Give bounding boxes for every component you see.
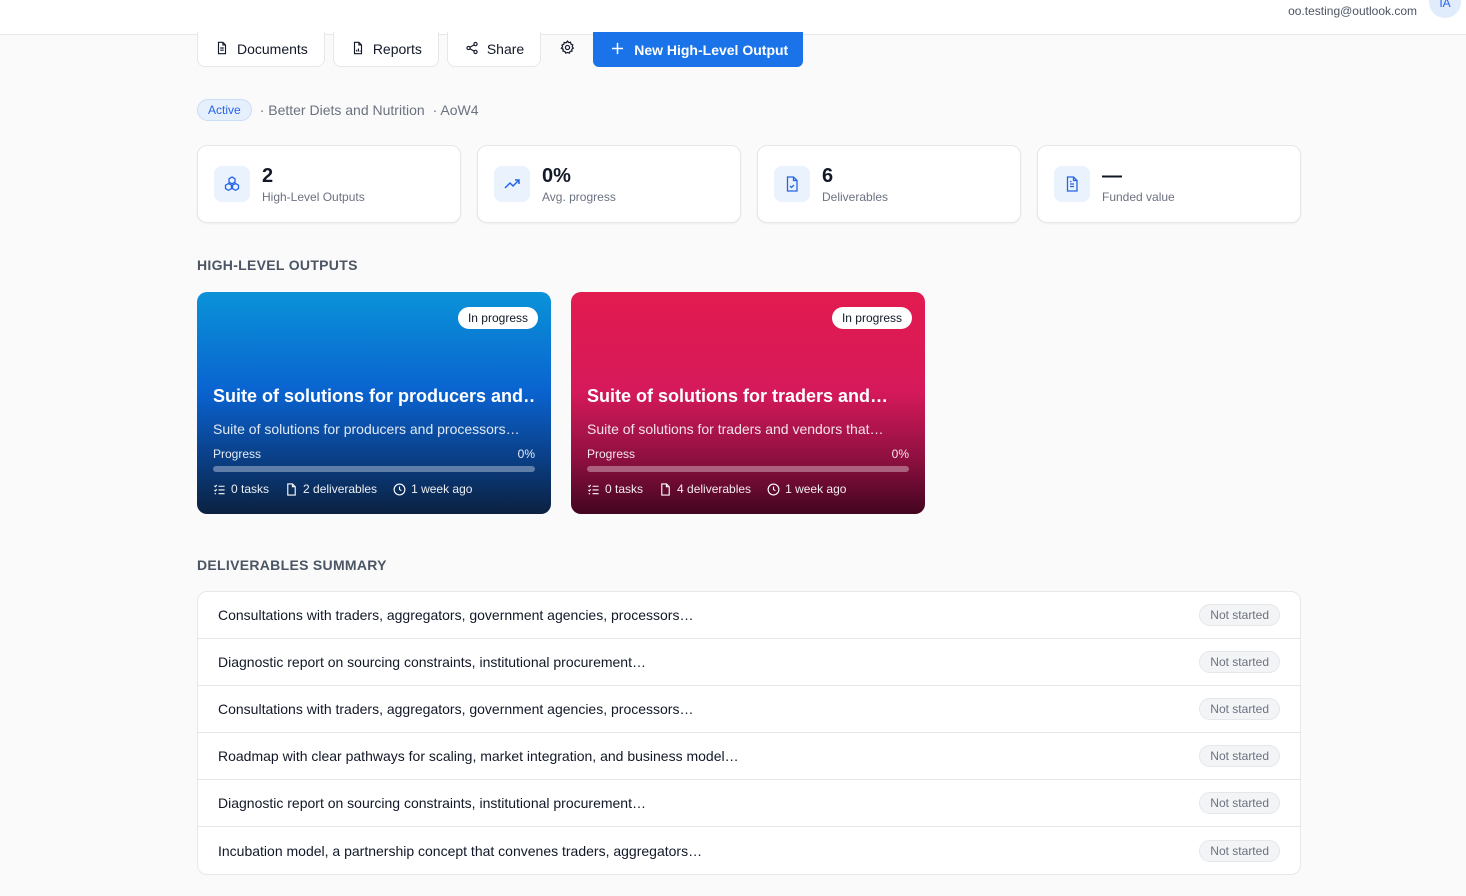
plus-icon (611, 42, 624, 58)
clock-icon (393, 483, 406, 495)
trending-up-icon (494, 166, 530, 202)
progress-value: 0% (517, 447, 535, 461)
status-badge: Active (197, 99, 252, 121)
document-icon (215, 41, 229, 58)
file-icon (661, 482, 670, 496)
status-badge: Not started (1199, 839, 1280, 862)
progress-value: 0% (891, 447, 909, 461)
deliverable-title: Diagnostic report on sourcing constraint… (218, 654, 646, 670)
status-badge: Not started (1199, 745, 1280, 767)
settings-button[interactable] (549, 32, 585, 67)
deliverable-title: Incubation model, a partnership concept … (218, 842, 703, 859)
stat-value: 0% (542, 164, 571, 187)
updated-label: 1 week ago (785, 482, 847, 496)
stat-value: — (1102, 164, 1122, 187)
status-badge: In progress (457, 307, 538, 329)
deliverables-label: 4 deliverables (677, 482, 752, 496)
output-footer: 0 tasks 2 deliverables 1 week ago (213, 482, 472, 496)
toolbar: Documents Reports Share New High-Level O… (197, 32, 804, 67)
deliverable-title: Consultations with traders, aggregators,… (218, 607, 694, 623)
clock-icon (767, 483, 780, 495)
list-item[interactable]: Consultations with traders, aggregators,… (198, 686, 1300, 733)
tasks-count: 0 tasks (587, 482, 643, 496)
deliverables-summary-heading: DELIVERABLES SUMMARY (197, 557, 387, 573)
share-icon (465, 41, 479, 58)
updated-time: 1 week ago (393, 482, 472, 496)
list-item[interactable]: Roadmap with clear pathways for scaling,… (198, 733, 1300, 780)
output-card[interactable]: In progress Suite of solutions for trade… (571, 292, 925, 514)
tasks-label: 0 tasks (231, 482, 270, 496)
progress-row: Progress 0% (213, 447, 535, 461)
output-footer: 0 tasks 4 deliverables 1 week ago (587, 482, 846, 496)
tasks-count: 0 tasks (213, 482, 269, 496)
list-item[interactable]: Diagnostic report on sourcing constraint… (198, 780, 1300, 827)
new-high-level-output-button[interactable]: New High-Level Output (593, 32, 804, 67)
status-badge: In progress (831, 307, 912, 329)
tasks-label: 0 tasks (605, 482, 644, 496)
outputs-icon (214, 166, 250, 202)
project-meta: Active · Better Diets and Nutrition · Ao… (197, 99, 479, 121)
checklist-icon (213, 484, 225, 494)
gear-icon (560, 39, 575, 60)
progress-row: Progress 0% (587, 447, 909, 461)
status-badge: Not started (1199, 698, 1280, 720)
output-card[interactable]: In progress Suite of solutions for produ… (197, 292, 551, 514)
deliverable-title: Consultations with traders, aggregators,… (218, 701, 694, 717)
file-check-icon (774, 166, 810, 202)
stat-label: Funded value (1102, 189, 1175, 204)
stat-label: Avg. progress (542, 189, 616, 204)
file-icon (287, 482, 296, 496)
stat-value: 2 (262, 164, 274, 187)
share-label: Share (486, 41, 525, 57)
deliverables-list: Consultations with traders, aggregators,… (197, 591, 1301, 875)
area-label: · Better Diets and Nutrition (259, 102, 425, 118)
progress-label: Progress (213, 447, 262, 461)
stat-card-deliverables: 6 Deliverables (757, 145, 1021, 223)
documents-button[interactable]: Documents (197, 32, 325, 67)
high-level-outputs-heading: HIGH-LEVEL OUTPUTS (197, 257, 358, 273)
output-description: Suite of solutions for traders and vendo… (587, 421, 884, 437)
stat-value: 6 (822, 164, 834, 187)
deliverable-title: Diagnostic report on sourcing constraint… (218, 795, 646, 811)
progress-label: Progress (587, 447, 636, 461)
list-item[interactable]: Consultations with traders, aggregators,… (198, 592, 1300, 639)
checklist-icon (587, 484, 599, 494)
stat-label: High-Level Outputs (262, 189, 365, 204)
top-bar: oo.testing@outlook.com IA (0, 0, 1466, 35)
stat-card-progress: 0% Avg. progress (477, 145, 741, 223)
progress-bar (213, 466, 535, 472)
stat-label: Deliverables (822, 189, 889, 204)
list-item[interactable]: Diagnostic report on sourcing constraint… (198, 639, 1300, 686)
document-icon (1054, 166, 1090, 202)
status-badge: Not started (1199, 792, 1280, 814)
list-item[interactable]: Incubation model, a partnership concept … (198, 827, 1300, 874)
deliverable-title: Roadmap with clear pathways for scaling,… (218, 748, 739, 764)
new-output-label: New High-Level Output (634, 41, 789, 58)
stats-row: 2 High-Level Outputs 0% Avg. progress 6 … (197, 145, 1301, 223)
deliverables-count: 4 deliverables (659, 482, 751, 496)
reports-button[interactable]: Reports (332, 32, 439, 67)
deliverables-count: 2 deliverables (285, 482, 377, 496)
code-label: · AoW4 (432, 102, 479, 118)
reports-label: Reports (372, 41, 422, 57)
documents-label: Documents (237, 41, 308, 57)
status-badge: Not started (1199, 604, 1280, 626)
avatar[interactable]: IA (1429, 0, 1461, 18)
stat-card-outputs: 2 High-Level Outputs (197, 145, 461, 223)
output-description: Suite of solutions for producers and pro… (213, 421, 520, 437)
updated-time: 1 week ago (767, 482, 846, 496)
output-title: Suite of solutions for traders and… (587, 386, 889, 406)
stat-card-funded: — Funded value (1037, 145, 1301, 223)
share-button[interactable]: Share (446, 32, 542, 67)
output-title: Suite of solutions for producers and… (213, 386, 535, 406)
updated-label: 1 week ago (411, 482, 473, 496)
progress-bar (587, 466, 909, 472)
user-email: oo.testing@outlook.com (1288, 4, 1417, 18)
report-icon (351, 41, 365, 58)
deliverables-label: 2 deliverables (303, 482, 378, 496)
status-badge: Not started (1199, 651, 1280, 673)
